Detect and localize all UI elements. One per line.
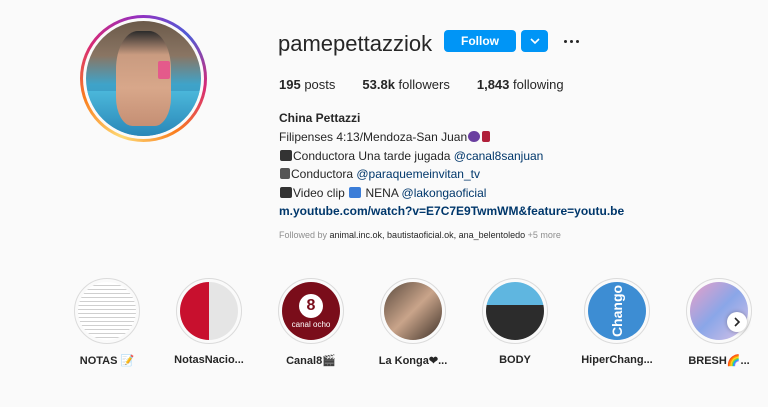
film-emoji-icon [280, 186, 292, 198]
suggested-dropdown-button[interactable] [521, 30, 548, 52]
highlight-cover: 8 canal ocho [282, 282, 340, 340]
highlight-label: NOTAS 📝 [79, 355, 135, 367]
microphone-emoji-icon [280, 168, 290, 179]
highlights-next-button[interactable] [727, 312, 747, 332]
more-options-button[interactable] [560, 30, 582, 52]
bio-line: m.youtube.com/watch?v=E7C7E9TwmWM&featur… [279, 202, 624, 221]
follow-button[interactable]: Follow [444, 30, 516, 52]
highlight-label: NotasNacio... [174, 354, 244, 366]
canal8-logo-text: canal ocho [291, 319, 331, 329]
highlight-cover [486, 282, 544, 340]
planet-emoji-icon [468, 131, 481, 142]
followed-by[interactable]: Followed by animal.inc.ok, bautistaofici… [279, 230, 561, 240]
highlight-item[interactable]: 8 canal ocho Canal8🎬 [260, 278, 362, 367]
bio-line: Video clip NENA @lakongaoficial [279, 184, 624, 203]
profile-avatar[interactable] [80, 15, 207, 142]
dot-icon [563, 39, 567, 43]
highlight-cover [180, 282, 238, 340]
highlight-item[interactable]: Chango HiperChang... [566, 278, 668, 367]
mention-link[interactable]: @canal8sanjuan [454, 149, 544, 163]
following-stat[interactable]: 1,843 following [477, 77, 564, 92]
hiper-logo-text: Chango [608, 284, 625, 338]
dot-icon [569, 39, 573, 43]
highlight-item[interactable]: BRESH🌈... [668, 278, 768, 367]
pause-emoji-icon [349, 186, 362, 198]
highlight-label: BODY [499, 354, 531, 366]
chevron-down-icon [529, 37, 540, 44]
wine-emoji-icon [482, 131, 491, 142]
profile-stats: 195 posts 53.8k followers 1,843 followin… [279, 77, 591, 92]
bio-line: Conductora @paraquemeinvitan_tv [279, 165, 624, 184]
highlight-item[interactable]: NOTAS 📝 [56, 278, 158, 367]
story-highlights: NOTAS 📝 NotasNacio... 8 canal ocho Canal… [56, 278, 768, 367]
website-link[interactable]: m.youtube.com/watch?v=E7C7E9TwmWM&featur… [279, 204, 624, 218]
highlight-item[interactable]: BODY [464, 278, 566, 367]
bio-line: Conductora Una tarde jugada @canal8sanju… [279, 147, 624, 166]
highlight-item[interactable]: NotasNacio... [158, 278, 260, 367]
highlight-item[interactable]: La Konga❤... [362, 278, 464, 367]
profile-username: pamepettazziok [278, 31, 433, 56]
highlight-label: BRESH🌈... [688, 355, 750, 367]
highlight-label: La Konga❤... [378, 355, 448, 367]
drink-cup [158, 61, 170, 79]
bio-line: Filipenses 4:13/Mendoza-San Juan [279, 128, 624, 147]
mention-link[interactable]: @lakongaoficial [402, 186, 487, 200]
profile-bio: Filipenses 4:13/Mendoza-San Juan Conduct… [279, 128, 624, 221]
canal8-logo-number: 8 [299, 293, 323, 318]
posts-stat: 195 posts [279, 77, 336, 92]
profile-full-name: China Pettazzi [279, 111, 361, 125]
highlight-label: Canal8🎬 [286, 355, 336, 367]
highlight-cover [78, 282, 136, 340]
mention-link[interactable]: @paraquemeinvitan_tv [356, 167, 480, 181]
highlight-label: HiperChang... [581, 354, 653, 366]
dot-icon [575, 39, 579, 43]
chevron-right-icon [733, 317, 740, 327]
followers-stat[interactable]: 53.8k followers [362, 77, 449, 92]
avatar-photo [86, 21, 201, 136]
highlight-cover [384, 282, 442, 340]
clapper-emoji-icon [280, 149, 292, 161]
highlight-cover: Chango [588, 282, 646, 340]
